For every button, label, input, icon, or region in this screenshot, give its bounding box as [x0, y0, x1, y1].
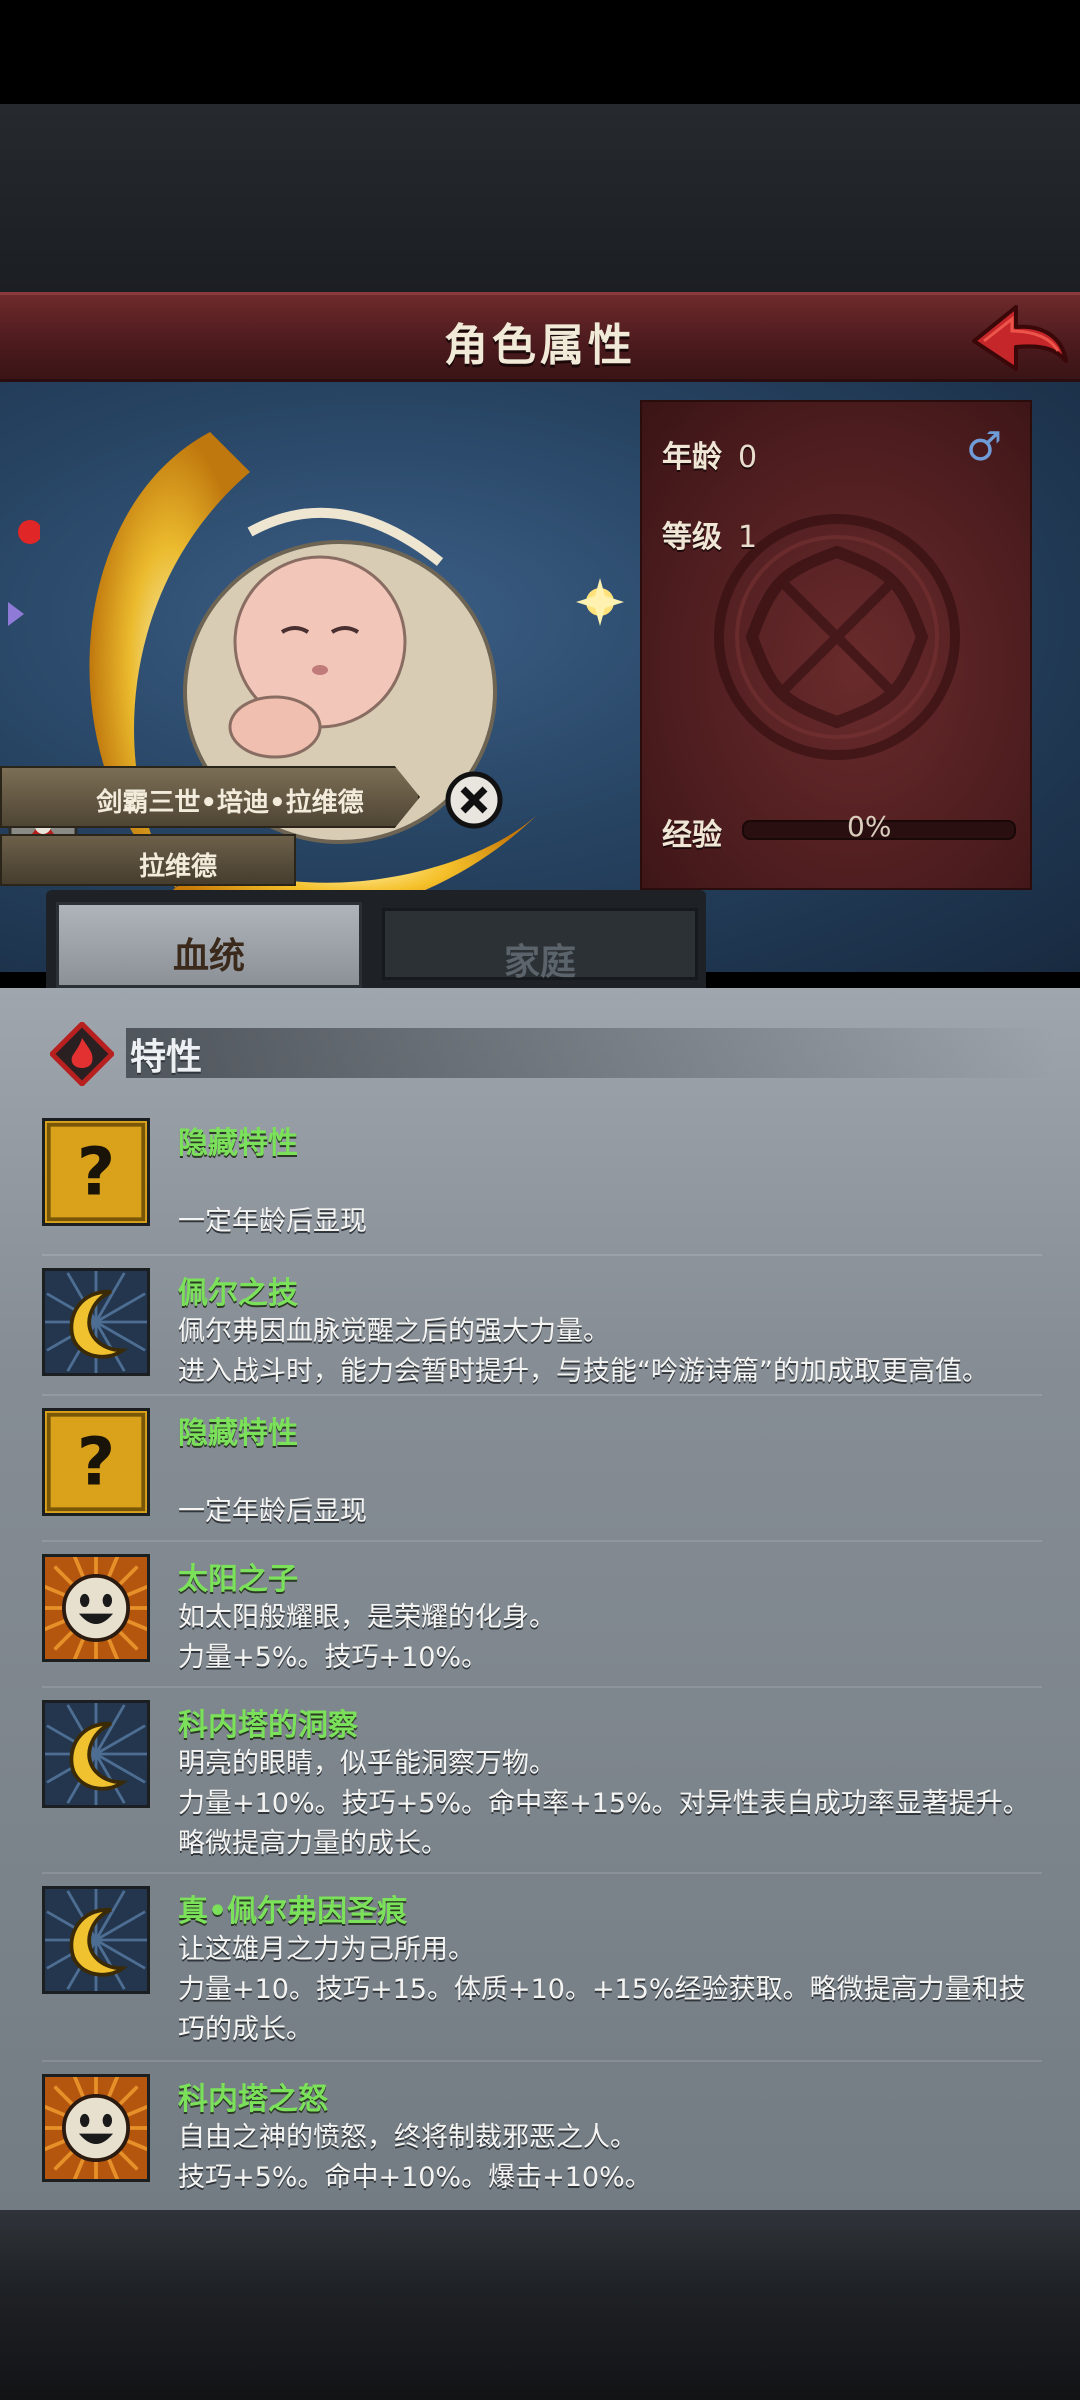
back-arrow-icon[interactable]	[970, 301, 1070, 377]
trait-description-line: 一定年龄后显现	[178, 1206, 367, 1237]
trait-description-line: 力量+10%。技巧+5%。命中率+15%。对异性表白成功率显著提升。	[178, 1788, 1030, 1819]
age-stat: 年龄 0	[662, 432, 757, 476]
page-title: 角色属性	[444, 320, 636, 371]
trait-description: 佩尔弗因血脉觉醒之后的强大力量。进入战斗时，能力会暂时提升，与技能“吟游诗篇”的…	[178, 1312, 1058, 1392]
character-family-name: 拉维德	[138, 852, 217, 882]
status-bar	[0, 0, 1080, 104]
sun-face-icon	[37, 1549, 155, 1667]
trait-divider	[42, 1872, 1042, 1874]
svg-text:?: ?	[77, 1424, 115, 1501]
side-tab-icon[interactable]	[0, 492, 40, 752]
exp-label: 经验	[662, 818, 722, 853]
level-value: 1	[738, 520, 758, 555]
tab-family[interactable]: 家庭	[382, 908, 698, 983]
character-full-name: 剑霸三世•培迪•拉维德	[96, 788, 364, 818]
trait-description: 一定年龄后显现	[178, 1452, 1058, 1532]
traits-section-title: 特性	[130, 1037, 203, 1078]
close-icon[interactable]	[444, 770, 504, 830]
trait-description-line: 技巧+5%。命中+10%。爆击+10%。	[178, 2162, 652, 2193]
trait-description-line: 巧的成长。	[178, 2014, 313, 2045]
traits-section-header: 特性	[46, 1022, 1056, 1086]
trait-description: 自由之神的愤怒，终将制裁邪恶之人。 技巧+5%。命中+10%。爆击+10%。	[178, 2118, 1058, 2198]
level-stat: 等级 1	[662, 512, 757, 556]
flame-emblem-icon	[50, 1022, 114, 1086]
full-name-plate: 剑霸三世•培迪•拉维德	[0, 766, 420, 828]
tab-bar: 血统 家庭	[0, 890, 1080, 990]
trait-description-line: 略微提高力量的成长。	[178, 1828, 448, 1859]
trait-description-line: 力量+10。技巧+15。体质+10。+15%经验获取。略微提高力量和技	[178, 1974, 1026, 2005]
trait-divider	[42, 1540, 1042, 1542]
trait-name: 科内塔之怒	[178, 2082, 328, 2117]
bottom-area	[0, 2210, 1080, 2400]
trait-description-line: 如太阳般耀眼，是荣耀的化身。	[178, 1602, 556, 1633]
trait-name: 科内塔的洞察	[178, 1708, 358, 1743]
trait-name: 真•佩尔弗因圣痕	[178, 1894, 408, 1929]
moon-icon	[39, 1265, 153, 1379]
tab-bloodline[interactable]: 血统	[56, 902, 362, 988]
trait-description-line: 佩尔弗因血脉觉醒之后的强大力量。	[178, 1316, 610, 1347]
trait-divider	[42, 1686, 1042, 1688]
trait-divider	[42, 2060, 1042, 2062]
trait-description-line: 让这雄月之力为己所用。	[178, 1934, 475, 1965]
svg-text:?: ?	[77, 1134, 115, 1211]
question-icon: ?	[42, 1408, 150, 1516]
title-bar: 角色属性	[0, 292, 1080, 382]
trait-name: 隐藏特性	[178, 1126, 298, 1161]
family-name-plate: 拉维德	[0, 834, 296, 886]
trait-name: 佩尔之技	[178, 1276, 298, 1311]
trait-description: 让这雄月之力为己所用。力量+10。技巧+15。体质+10。+15%经验获取。略微…	[178, 1930, 1058, 2050]
stats-panel: 年龄 0 ♂ 等级 1 经验 0%	[640, 400, 1032, 890]
trait-description-line: 自由之神的愤怒，终将制裁邪恶之人。	[178, 2122, 637, 2153]
trait-name: 太阳之子	[178, 1562, 298, 1597]
trait-divider	[42, 1254, 1042, 1256]
age-label: 年龄	[662, 440, 722, 475]
trait-description-line	[178, 1162, 1058, 1202]
section-header-bar	[126, 1028, 1056, 1078]
trait-description-line: 进入战斗时，能力会暂时提升，与技能“吟游诗篇”的加成取更高值。	[178, 1356, 989, 1387]
trait-description-line: 明亮的眼睛，似乎能洞察万物。	[178, 1748, 556, 1779]
level-label: 等级	[662, 520, 722, 555]
moon-icon	[39, 1697, 153, 1811]
trait-description: 明亮的眼睛，似乎能洞察万物。力量+10%。技巧+5%。命中率+15%。对异性表白…	[178, 1744, 1058, 1864]
moon-icon	[39, 1883, 153, 1997]
age-value: 0	[738, 440, 758, 475]
question-icon: ?	[42, 1118, 150, 1226]
gender-male-icon: ♂	[966, 424, 1002, 470]
exp-percent: 0%	[847, 810, 892, 843]
trait-description: 一定年龄后显现	[178, 1162, 1058, 1242]
trait-description: 如太阳般耀眼，是荣耀的化身。 力量+5%。技巧+10%。	[178, 1598, 1058, 1678]
sun-face-icon	[37, 2069, 155, 2187]
trait-name: 隐藏特性	[178, 1416, 298, 1451]
trait-description-line: 一定年龄后显现	[178, 1496, 367, 1527]
traits-list[interactable]: 特性 ? 隐藏特性 一定年龄后显现 佩尔之技 佩尔弗因血脉觉醒之后的强大力量。 进入战斗时…	[0, 988, 1080, 2210]
upper-background	[0, 104, 1080, 292]
trait-description-line: 力量+5%。技巧+10%。	[178, 1642, 489, 1673]
trait-description-line	[178, 1452, 1058, 1492]
trait-divider	[42, 1394, 1042, 1396]
